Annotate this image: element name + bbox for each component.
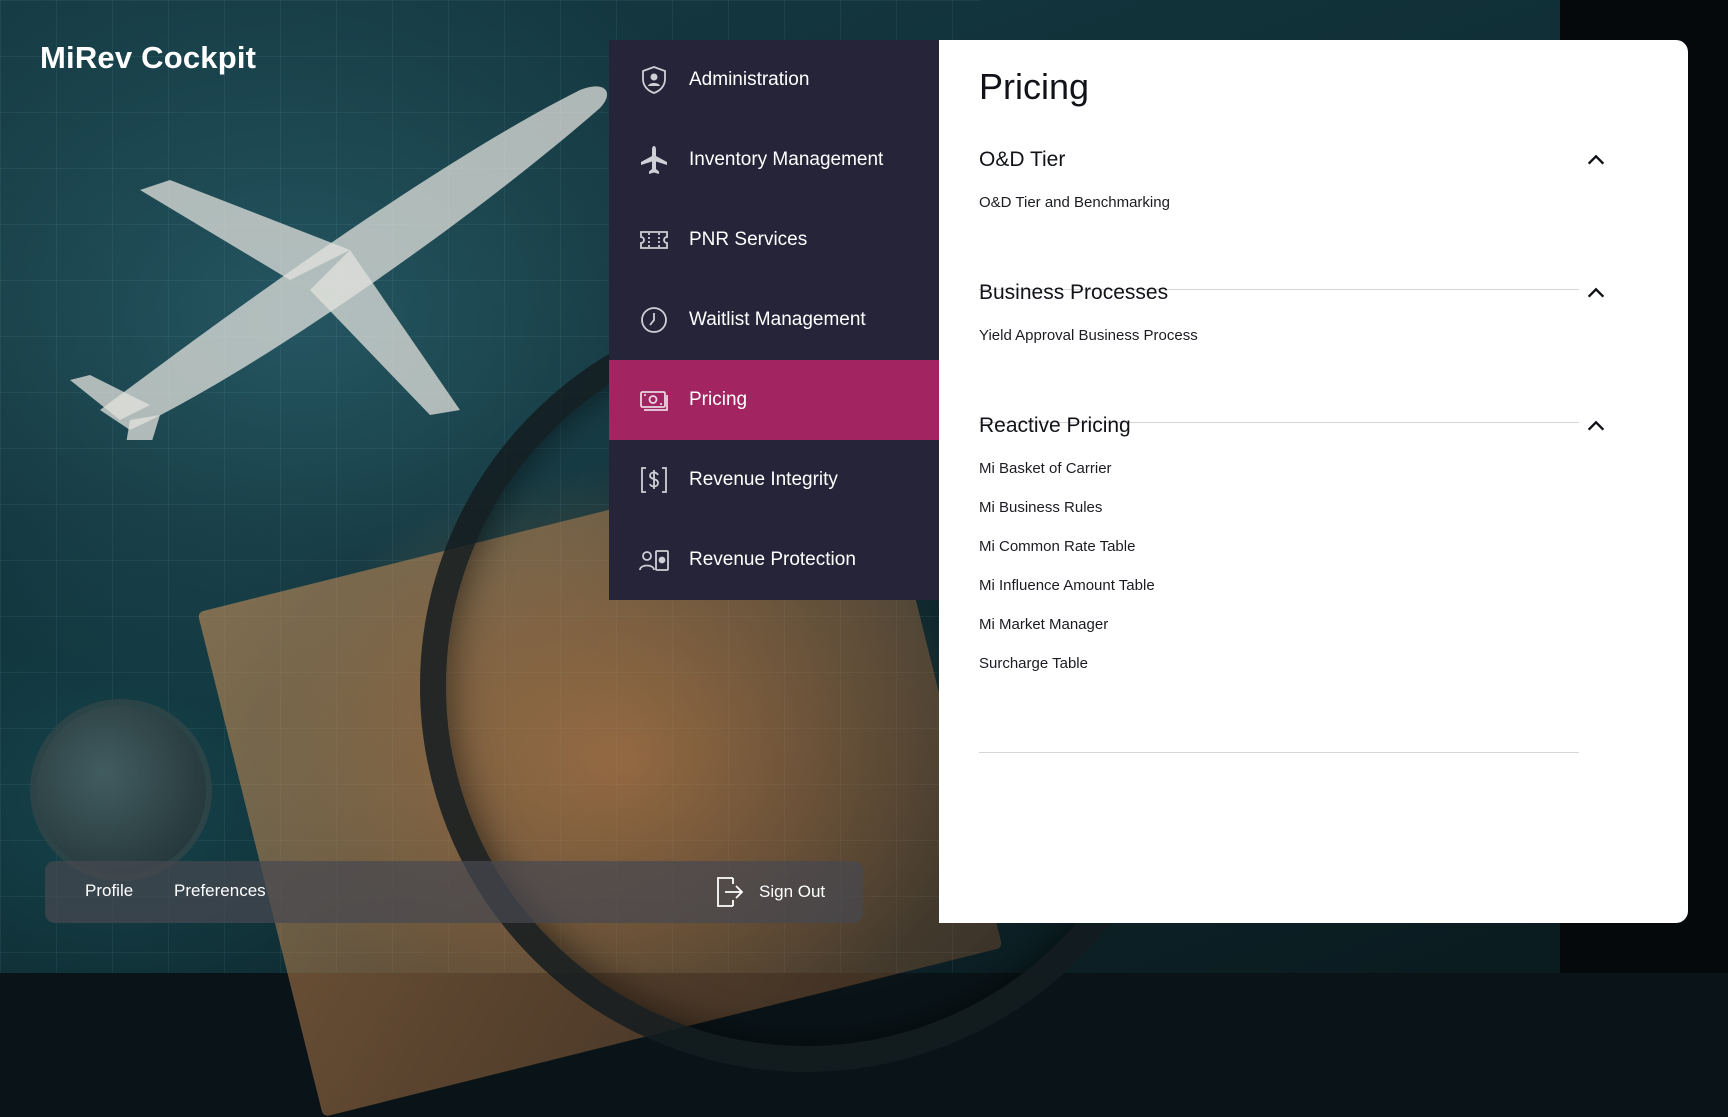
section-links: Yield Approval Business Process <box>979 313 1579 364</box>
sign-out-label: Sign Out <box>759 882 826 901</box>
background-coin <box>36 705 206 875</box>
link-mi-basket-of-carrier[interactable]: Mi Basket of Carrier <box>979 458 1579 497</box>
page-title: Pricing <box>979 66 1090 107</box>
ticket-icon <box>637 223 671 257</box>
preferences-link[interactable]: Preferences <box>174 881 266 901</box>
sign-out-icon <box>717 877 744 907</box>
sidebar-item-label: Pricing <box>689 389 748 410</box>
link-mi-business-rules[interactable]: Mi Business Rules <box>979 497 1579 536</box>
dollar-bracket-icon <box>637 463 671 497</box>
section-title: Reactive Pricing <box>979 414 1131 437</box>
sidebar-item-label: PNR Services <box>689 229 808 250</box>
link-mi-market-manager[interactable]: Mi Market Manager <box>979 614 1579 653</box>
sidebar-item-label: Revenue Integrity <box>689 469 838 490</box>
section-title: O&D Tier <box>979 148 1066 171</box>
section-header[interactable]: O&D Tier <box>979 140 1579 180</box>
sidebar-item-administration[interactable]: Administration <box>609 40 939 120</box>
link-mi-influence-amount-table[interactable]: Mi Influence Amount Table <box>979 575 1579 614</box>
section-od-tier: O&D Tier O&D Tier and Benchmarking <box>979 140 1579 290</box>
link-surcharge-table[interactable]: Surcharge Table <box>979 653 1579 692</box>
link-od-tier-benchmarking[interactable]: O&D Tier and Benchmarking <box>979 192 1579 231</box>
sidebar-item-revenue-integrity[interactable]: Revenue Integrity <box>609 440 939 520</box>
sidebar-item-label: Revenue Protection <box>689 549 856 570</box>
airplane-icon <box>637 143 671 177</box>
sidebar-item-pnr-services[interactable]: PNR Services <box>609 200 939 280</box>
chevron-up-icon[interactable] <box>1584 148 1608 172</box>
profile-link[interactable]: Profile <box>85 881 133 901</box>
section-title: Business Processes <box>979 281 1169 304</box>
link-yield-approval-business-process[interactable]: Yield Approval Business Process <box>979 325 1579 364</box>
sidebar-item-inventory-management[interactable]: Inventory Management <box>609 120 939 200</box>
sidebar-item-pricing[interactable]: Pricing <box>609 360 939 440</box>
section-links: O&D Tier and Benchmarking <box>979 180 1579 231</box>
background-airplane <box>70 86 608 440</box>
section-links: Mi Basket of Carrier Mi Business Rules M… <box>979 446 1579 692</box>
sidebar-item-waitlist-management[interactable]: Waitlist Management <box>609 280 939 360</box>
sign-out-button[interactable]: Sign Out <box>715 875 825 909</box>
section-header[interactable]: Business Processes <box>979 273 1579 313</box>
sidebar-menu: Administration Inventory Management PNR … <box>609 40 939 600</box>
section-business-processes: Business Processes Yield Approval Busine… <box>979 273 1579 423</box>
section-reactive-pricing: Reactive Pricing Mi Basket of Carrier Mi… <box>979 406 1579 753</box>
link-mi-common-rate-table[interactable]: Mi Common Rate Table <box>979 536 1579 575</box>
sidebar-item-label: Administration <box>689 69 810 90</box>
sidebar-item-label: Waitlist Management <box>689 309 866 330</box>
chevron-up-icon[interactable] <box>1584 281 1608 305</box>
user-badge-icon <box>637 543 671 577</box>
sidebar-item-revenue-protection[interactable]: Revenue Protection <box>609 520 939 600</box>
app-title: MiRev Cockpit <box>40 40 257 75</box>
sidebar-item-label: Inventory Management <box>689 149 884 170</box>
content-panel: Pricing O&D Tier O&D Tier and Benchmarki… <box>939 40 1688 923</box>
money-icon <box>637 383 671 417</box>
section-header[interactable]: Reactive Pricing <box>979 406 1579 446</box>
shield-user-icon <box>637 63 671 97</box>
footer-bar: Profile Preferences Sign Out <box>45 861 863 923</box>
clock-icon <box>637 303 671 337</box>
chevron-up-icon[interactable] <box>1584 414 1608 438</box>
